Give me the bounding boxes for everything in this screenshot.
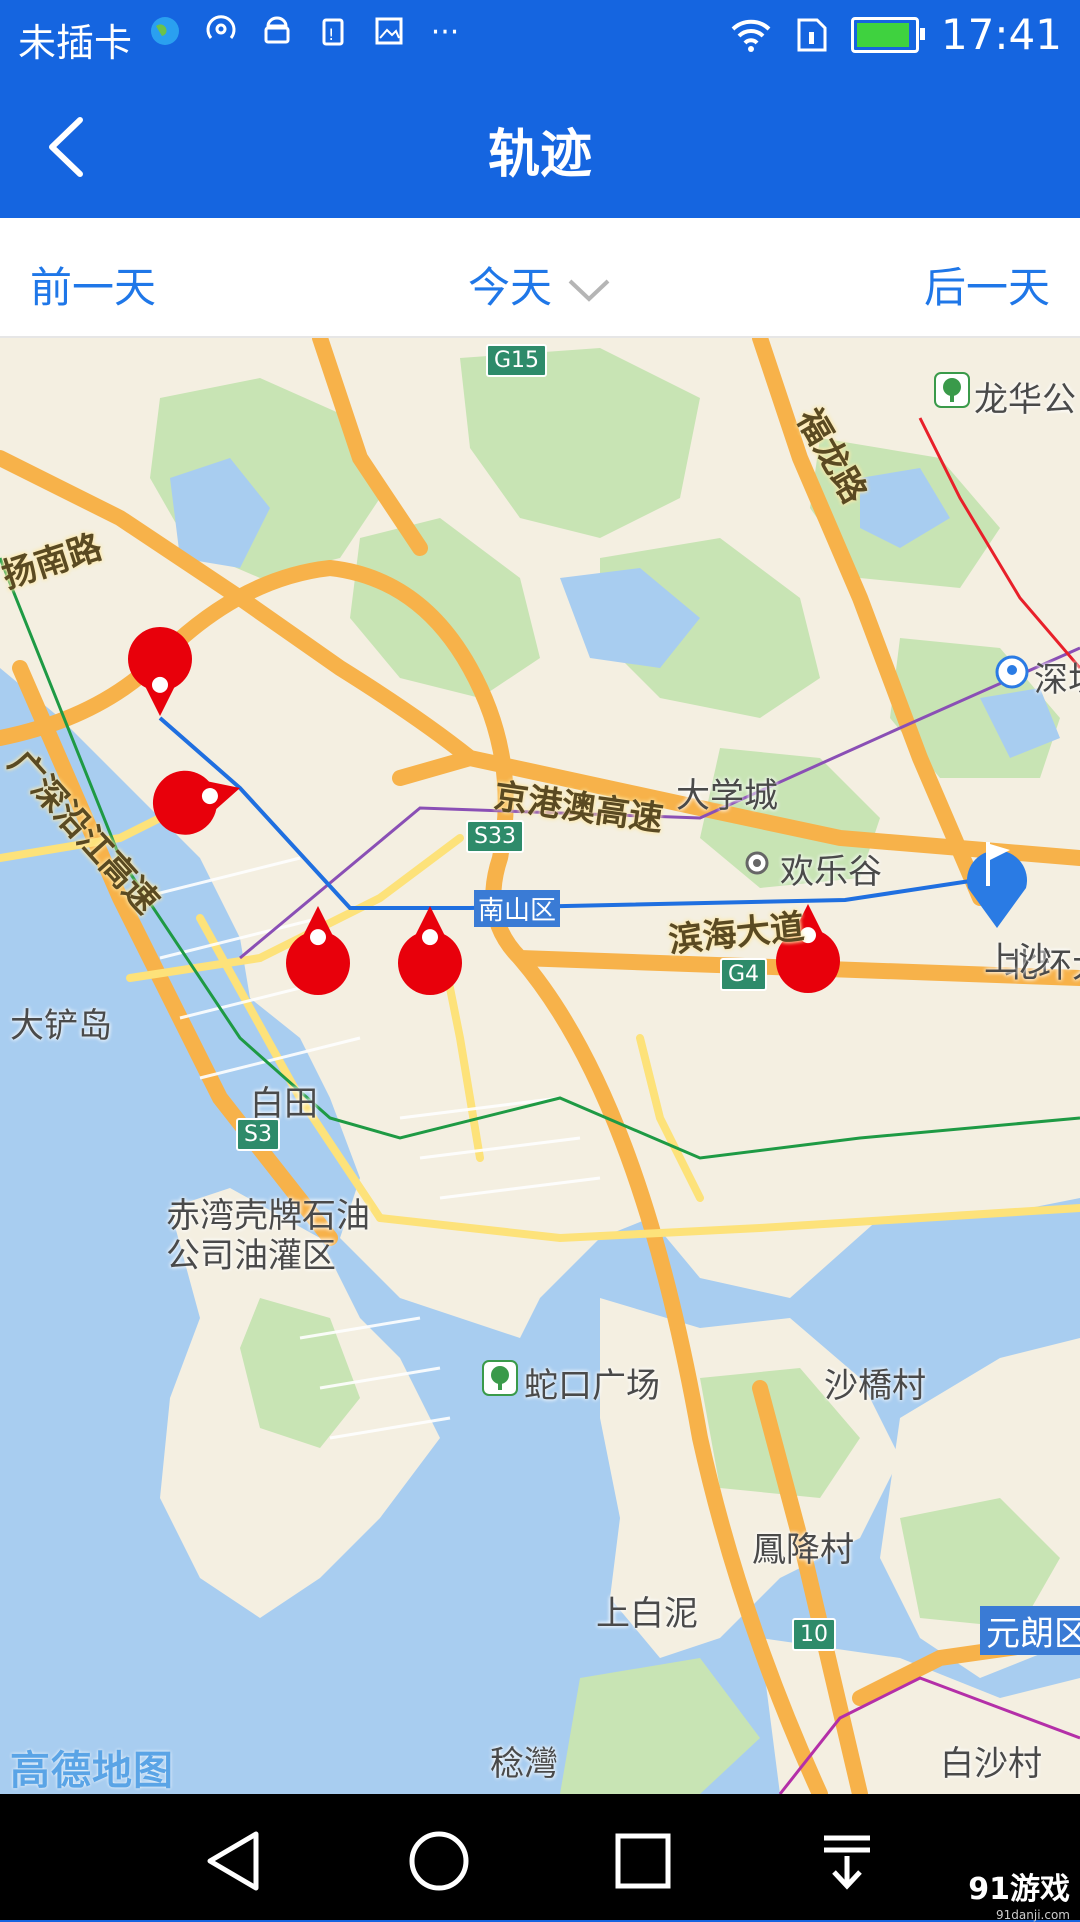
back-icon: [207, 1831, 259, 1891]
place-label: 深圳: [1034, 660, 1080, 700]
place-label: 白田: [250, 1084, 318, 1124]
chevron-down-icon: [568, 279, 610, 302]
road-shield: G15: [486, 344, 548, 377]
place-label: 大铲岛: [10, 1006, 112, 1046]
clock: 17:41: [940, 10, 1062, 59]
district-label: 元朗区: [980, 1606, 1080, 1655]
place-label: 上白泥: [596, 1594, 698, 1634]
park-icon-2: [482, 1360, 518, 1396]
recents-icon: [615, 1833, 671, 1889]
current-day-label: 今天: [467, 263, 552, 312]
place-label: 赤湾壳牌石油公司油灌区: [166, 1196, 370, 1276]
wifi-icon: [731, 19, 771, 52]
system-navigation-bar: 91游戏 91danji.com: [0, 1794, 1080, 1922]
park-icon: [934, 372, 970, 408]
poi-dot-icon: [745, 851, 769, 875]
map-view[interactable]: G15 S33 G4 S3 10 龙华公 深圳 大学城 北环大 欢乐谷 上沙 大…: [0, 338, 1080, 1794]
watermark: 91游戏 91danji.com: [968, 1864, 1070, 1922]
place-label: 龙华公: [974, 380, 1076, 420]
status-icons: ! ···: [146, 14, 464, 52]
more-icon: ···: [430, 15, 460, 50]
page-title: 轨迹: [487, 125, 592, 185]
status-bar: 未插卡 ! ··· 17:41: [0, 0, 1080, 76]
place-label: 欢乐谷: [780, 852, 882, 892]
map-base: [0, 338, 1080, 1794]
nav-back-button[interactable]: [200, 1826, 270, 1896]
road-shield: G4: [720, 958, 768, 991]
sim-icon: [797, 18, 827, 51]
battery-icon: [850, 16, 925, 53]
place-label: 白沙村: [940, 1744, 1042, 1784]
map-provider-logo: 高德地图: [10, 1748, 174, 1794]
place-label: 稔灣: [490, 1744, 558, 1784]
hotspot-icon: [202, 14, 240, 52]
image-icon: [370, 14, 408, 52]
day-selector: 前一天 今天 后一天: [0, 218, 1080, 338]
nav-notification-button[interactable]: [812, 1826, 882, 1896]
road-shield: 10: [792, 1618, 836, 1651]
nav-home-button[interactable]: [404, 1826, 474, 1896]
carrier-label: 未插卡: [18, 21, 133, 65]
place-label: 沙橋村: [824, 1366, 926, 1406]
warning-icon: !: [314, 14, 352, 52]
watermark-brand: 91游戏: [968, 1872, 1070, 1907]
next-day-button[interactable]: 后一天: [924, 254, 1050, 315]
home-icon: [409, 1831, 469, 1891]
place-label: 大学城: [676, 776, 778, 816]
svg-text:!: !: [328, 25, 334, 44]
place-label: 鳳降村: [752, 1530, 854, 1570]
android-icon: [258, 14, 296, 52]
metro-station-icon: [995, 655, 1029, 689]
current-day-dropdown[interactable]: 今天: [0, 254, 1080, 315]
district-label: 南山区: [474, 890, 561, 927]
title-bar: 轨迹: [0, 76, 1080, 218]
nav-recents-button[interactable]: [608, 1826, 678, 1896]
place-label: 上沙: [984, 940, 1052, 980]
notification-pull-icon: [824, 1835, 870, 1890]
road-shield: S33: [466, 820, 524, 853]
place-label: 蛇口广场: [524, 1366, 660, 1406]
earth-icon: [146, 14, 184, 52]
